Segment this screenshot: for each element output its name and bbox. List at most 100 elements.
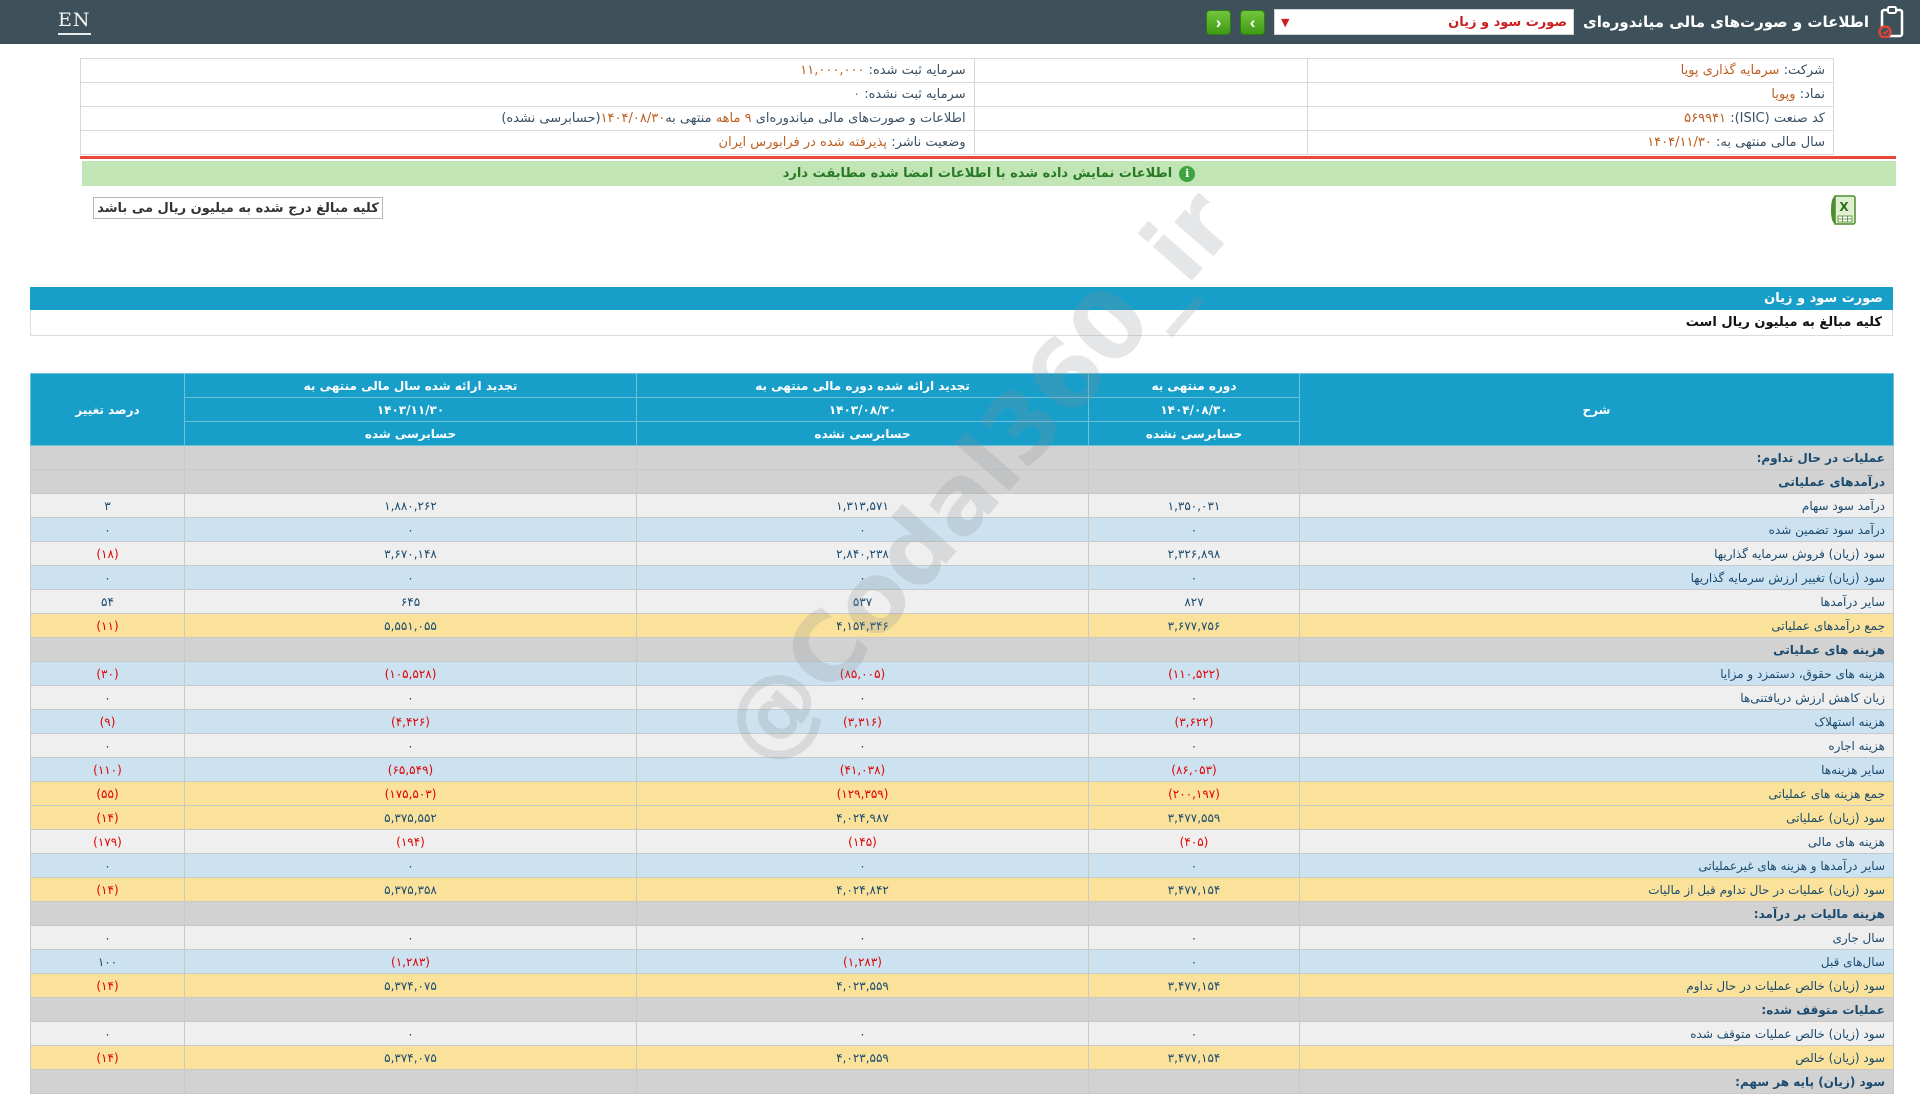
previous-statement-button[interactable]: ‹ bbox=[1206, 9, 1232, 35]
value-restated-year: ۳,۶۷۰,۱۴۸ bbox=[184, 541, 637, 566]
statement-title-bar: صورت سود و زیان bbox=[30, 287, 1893, 310]
value-restated-year: (۶۵,۵۴۹) bbox=[184, 757, 637, 782]
header-col-restated-year: تجدید ارائه شده سال مالی منتهی به bbox=[184, 373, 637, 398]
registered-capital-cell: سرمایه ثبت شده: ۱۱,۰۰۰,۰۰۰ bbox=[80, 58, 975, 83]
value-restated-period: ۱,۳۱۳,۵۷۱ bbox=[636, 493, 1089, 518]
section-row: هزینه مالیات بر درآمد: bbox=[30, 901, 1894, 926]
value-current: (۴۰۵) bbox=[1088, 829, 1300, 854]
unregistered-capital-cell: سرمایه ثبت نشده: ۰ bbox=[80, 82, 975, 107]
excel-export-icon[interactable]: X bbox=[1829, 194, 1858, 226]
row-label: هزینه استهلاک bbox=[1299, 709, 1894, 734]
table-row: هزینه های مالی (۴۰۵) (۱۴۵) (۱۹۴) (۱۷۹) bbox=[30, 829, 1894, 854]
value-percent-change: (۵۵) bbox=[30, 781, 185, 806]
row-label: هزینه مالیات بر درآمد: bbox=[1299, 901, 1894, 926]
statement-type-value: صورت سود و زیان bbox=[1448, 14, 1568, 30]
value-restated-period: (۳,۳۱۶) bbox=[636, 709, 1089, 734]
value-current: ۳,۴۷۷,۱۵۴ bbox=[1088, 1045, 1300, 1070]
value-restated-year: ۰ bbox=[184, 685, 637, 710]
value-current bbox=[1088, 1069, 1300, 1094]
period-ending-label: منتهی به bbox=[665, 111, 712, 126]
value-restated-year: ۰ bbox=[184, 565, 637, 590]
table-row: سود (زیان) خالص عملیات متوقف شده ۰ ۰ ۰ ۰ bbox=[30, 1021, 1894, 1046]
value-restated-year bbox=[184, 637, 637, 662]
language-toggle-en[interactable]: EN bbox=[58, 9, 91, 35]
value-current: ۰ bbox=[1088, 949, 1300, 974]
value-current: ۳,۴۷۷,۱۵۴ bbox=[1088, 877, 1300, 902]
signature-notice-bar: i اطلاعات نمایش داده شده با اطلاعات امضا… bbox=[82, 161, 1896, 186]
value-restated-year: ۵,۳۷۴,۰۷۵ bbox=[184, 973, 637, 998]
value-restated-period: ۰ bbox=[636, 685, 1089, 710]
company-label: شرکت: bbox=[1783, 63, 1825, 78]
value-restated-period: ۴,۱۵۴,۳۴۶ bbox=[636, 613, 1089, 638]
fiscal-year-label: سال مالی منتهی به: bbox=[1715, 135, 1825, 150]
value-restated-year: (۴,۴۲۶) bbox=[184, 709, 637, 734]
value-current: (۸۶,۰۵۳) bbox=[1088, 757, 1300, 782]
value-restated-period: ۵۳۷ bbox=[636, 589, 1089, 614]
value-restated-period: ۴,۰۲۳,۵۵۹ bbox=[636, 973, 1089, 998]
table-row: سود (زیان) فروش سرمایه گذاریها ۲,۳۲۶,۸۹۸ ۲… bbox=[30, 541, 1894, 566]
value-percent-change: ۰ bbox=[30, 733, 185, 758]
value-restated-year: (۱۹۴) bbox=[184, 829, 637, 854]
pl-table-header: شرح دوره منتهی به تجدید ارائه شده دوره م… bbox=[30, 373, 1894, 446]
statement-type-dropdown[interactable]: صورت سود و زیان ▼ bbox=[1274, 9, 1575, 35]
period-audit-note: (حسابرسی نشده) bbox=[501, 111, 601, 126]
value-restated-period: ۴,۰۲۴,۹۸۷ bbox=[636, 805, 1089, 830]
value-restated-year: ۵,۳۷۵,۵۵۲ bbox=[184, 805, 637, 830]
next-statement-button[interactable]: › bbox=[1240, 9, 1266, 35]
header-col-current: دوره منتهی به bbox=[1088, 373, 1300, 398]
table-row: درآمد سود تضمین شده ۰ ۰ ۰ ۰ bbox=[30, 517, 1894, 542]
value-current bbox=[1088, 901, 1300, 926]
value-current: ۰ bbox=[1088, 1021, 1300, 1046]
registered-capital-value: ۱۱,۰۰۰,۰۰۰ bbox=[800, 63, 865, 78]
info-row-fiscal-year: سال مالی منتهی به: ۱۴۰۴/۱۱/۳۰ وضعیت ناشر… bbox=[80, 130, 1834, 155]
value-restated-year: (۱۷۵,۵۰۳) bbox=[184, 781, 637, 806]
value-percent-change: (۱۴) bbox=[30, 877, 185, 902]
chevron-down-icon: ▼ bbox=[1281, 15, 1290, 29]
section-row: درآمدهای عملیاتی bbox=[30, 469, 1894, 494]
row-label: سال جاری bbox=[1299, 925, 1894, 950]
value-percent-change: ۰ bbox=[30, 925, 185, 950]
value-restated-year: ۰ bbox=[184, 733, 637, 758]
value-current: ۰ bbox=[1088, 925, 1300, 950]
header-description: شرح bbox=[1299, 373, 1894, 446]
value-current bbox=[1088, 637, 1300, 662]
value-restated-year: ۵,۳۷۴,۰۷۵ bbox=[184, 1045, 637, 1070]
row-label: زیان کاهش ارزش دریافتنی‌ها bbox=[1299, 685, 1894, 710]
row-label: سود (زیان) عملیات در حال تداوم قبل از ما… bbox=[1299, 877, 1894, 902]
isic-label: کد صنعت (ISIC): bbox=[1730, 111, 1825, 126]
period-info-label: اطلاعات و صورت‌های مالی میاندوره‌ای bbox=[755, 111, 966, 126]
period-info-cell: اطلاعات و صورت‌های مالی میاندوره‌ای ۹ ما… bbox=[80, 106, 975, 131]
table-row: هزینه استهلاک (۳,۶۲۲) (۳,۳۱۶) (۴,۴۲۶) (۹) bbox=[30, 709, 1894, 734]
value-percent-change: ۰ bbox=[30, 565, 185, 590]
issuer-status-label: وضعیت ناشر: bbox=[891, 135, 966, 150]
header-percent-change: درصد تغییر bbox=[30, 373, 185, 446]
value-percent-change: (۱۱) bbox=[30, 613, 185, 638]
value-current: ۳,۶۷۷,۷۵۶ bbox=[1088, 613, 1300, 638]
table-row: زیان کاهش ارزش دریافتنی‌ها ۰ ۰ ۰ ۰ bbox=[30, 685, 1894, 710]
value-restated-year: (۱۰۵,۵۲۸) bbox=[184, 661, 637, 686]
value-percent-change: (۱۴) bbox=[30, 973, 185, 998]
value-restated-period bbox=[636, 901, 1089, 926]
info-row-symbol: نماد: وپویا سرمایه ثبت نشده: ۰ bbox=[80, 82, 1834, 107]
value-restated-period: ۰ bbox=[636, 925, 1089, 950]
value-percent-change: ۰ bbox=[30, 1021, 185, 1046]
issuer-status-cell: وضعیت ناشر: پذیرفته شده در فرابورس ایران bbox=[80, 130, 975, 155]
value-current: ۳,۴۷۷,۵۵۹ bbox=[1088, 805, 1300, 830]
value-percent-change: ۰ bbox=[30, 517, 185, 542]
value-restated-year: ۱,۸۸۰,۲۶۲ bbox=[184, 493, 637, 518]
value-restated-period: ۰ bbox=[636, 517, 1089, 542]
value-current: ۸۲۷ bbox=[1088, 589, 1300, 614]
value-current: (۱۱۰,۵۲۲) bbox=[1088, 661, 1300, 686]
section-row: هزینه های عملیاتی bbox=[30, 637, 1894, 662]
value-current: ۰ bbox=[1088, 517, 1300, 542]
header-date-restated-period: ۱۴۰۳/۰۸/۳۰ bbox=[636, 397, 1089, 422]
table-row: هزینه اجاره ۰ ۰ ۰ ۰ bbox=[30, 733, 1894, 758]
row-label: سایر هزینه‌ها bbox=[1299, 757, 1894, 782]
row-label: درآمد سود سهام bbox=[1299, 493, 1894, 518]
table-row: سال‌های قبل ۰ (۱,۲۸۳) (۱,۲۸۳) ۱۰۰ bbox=[30, 949, 1894, 974]
period-length-value: ۹ ماهه bbox=[715, 111, 752, 126]
row-label: هزینه اجاره bbox=[1299, 733, 1894, 758]
table-row: سود (زیان) عملیات در حال تداوم قبل از ما… bbox=[30, 877, 1894, 902]
value-restated-year: ۰ bbox=[184, 853, 637, 878]
value-restated-period bbox=[636, 469, 1089, 494]
